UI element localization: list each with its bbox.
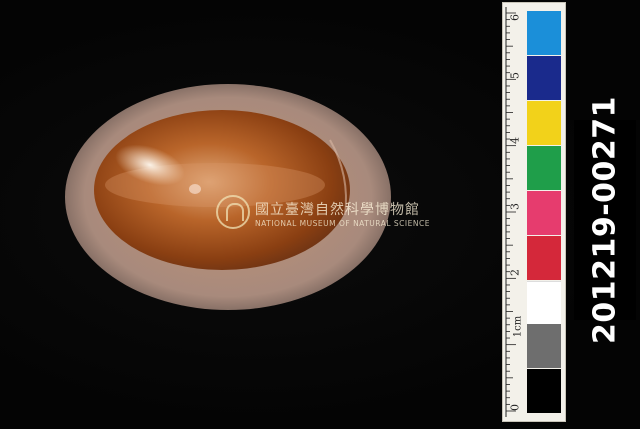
- swatch-navy: [527, 56, 561, 100]
- swatch-gray: [527, 324, 561, 368]
- ruler-unit-label: 1cm: [512, 315, 524, 338]
- swatch-yellow: [527, 101, 561, 145]
- ruler-number-4: 4: [508, 137, 522, 144]
- watermark-chinese: 國立臺灣自然科學博物館: [255, 202, 420, 218]
- swatch-black: [527, 369, 561, 413]
- specimen-id-text: 201219-00271: [587, 95, 623, 345]
- swatch-blue: [527, 11, 561, 55]
- specimen-id-label: 201219-00271: [574, 96, 636, 344]
- watermark-english: NATIONAL MUSEUM OF NATURAL SCIENCE: [255, 219, 430, 228]
- shell-highlight-small: [189, 184, 201, 194]
- swatch-green: [527, 146, 561, 190]
- ruler-number-2: 2: [508, 269, 522, 276]
- ruler-number-0: 0: [508, 404, 522, 411]
- museum-logo-icon: [216, 195, 250, 229]
- scale-ruler: 6 5 4 3 2 1cm 0: [502, 2, 566, 422]
- swatch-white: [527, 281, 561, 325]
- ruler-number-3: 3: [508, 203, 522, 210]
- swatch-red: [527, 236, 561, 280]
- swatch-pink: [527, 191, 561, 235]
- ruler-number-5: 5: [508, 72, 522, 79]
- ruler-number-6: 6: [508, 14, 522, 21]
